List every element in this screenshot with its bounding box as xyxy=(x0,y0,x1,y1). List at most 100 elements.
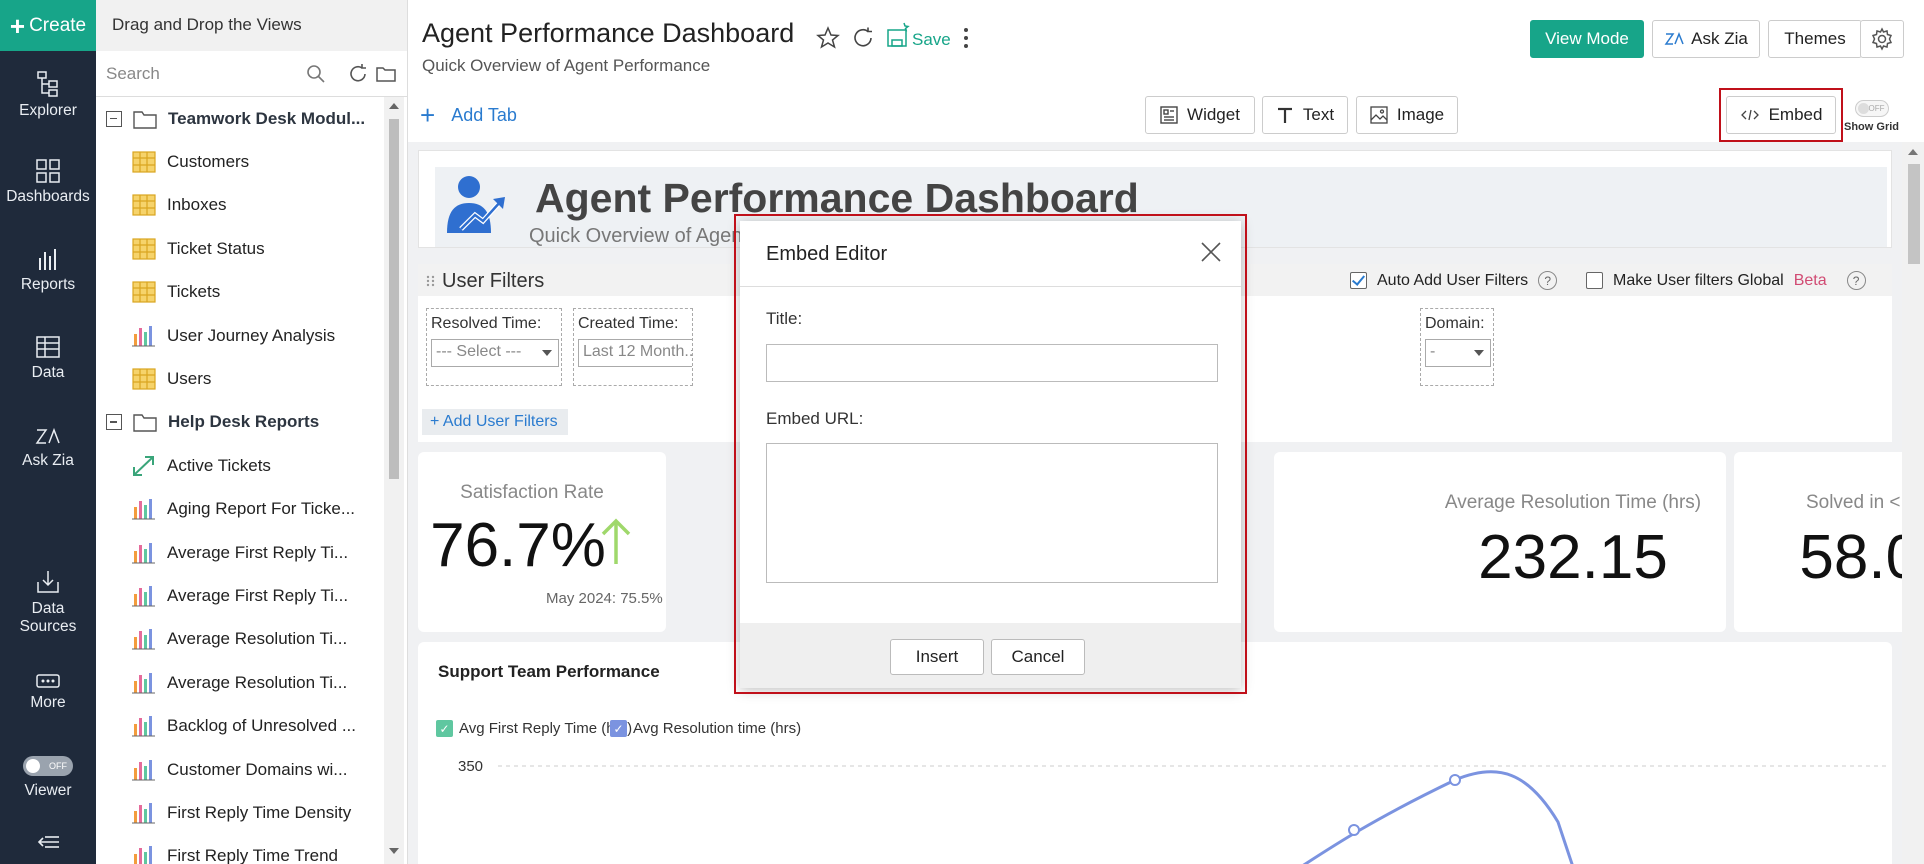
data-point xyxy=(1348,824,1360,836)
create-button[interactable]: + Create xyxy=(0,0,96,51)
show-grid-switch[interactable]: OFF xyxy=(1854,100,1889,117)
nav-item-reports[interactable]: Reports xyxy=(0,246,96,294)
checkbox-unchecked[interactable] xyxy=(1586,272,1603,289)
tree-item[interactable]: Tickets xyxy=(96,271,386,314)
filter-select[interactable]: --- Select --- xyxy=(431,339,559,367)
nav-label: Reports xyxy=(20,276,76,293)
collapse-nav-button[interactable] xyxy=(0,834,96,854)
add-tab-button[interactable]: + Add Tab xyxy=(420,102,517,128)
tree-item[interactable]: Active Tickets xyxy=(96,444,386,487)
tree-item[interactable]: Average Resolution Ti... xyxy=(96,661,386,704)
make-global-checkbox[interactable]: Make User filters Global Beta ? xyxy=(1586,271,1866,290)
widget-button[interactable]: Widget xyxy=(1145,96,1255,134)
refresh-icon[interactable] xyxy=(851,26,875,50)
scroll-down-icon[interactable] xyxy=(389,847,399,855)
nav-item-dashboards[interactable]: Dashboards xyxy=(0,158,96,206)
nav-item-data[interactable]: Data xyxy=(0,334,96,382)
checkbox-checked[interactable] xyxy=(1350,272,1367,289)
explorer-icon xyxy=(37,71,58,97)
tree-item[interactable]: Inboxes xyxy=(96,184,386,227)
help-icon[interactable]: ? xyxy=(1846,271,1866,290)
add-user-filters-button[interactable]: + Add User Filters xyxy=(422,409,568,435)
collapse-toggle-icon[interactable] xyxy=(106,110,122,127)
explorer-tree: Teamwork Desk Modul... Customers Inboxes Ti… xyxy=(96,97,386,864)
tree-item[interactable]: First Reply Time Trend xyxy=(96,835,386,864)
reports-icon xyxy=(39,249,56,270)
explorer-scrollbar[interactable] xyxy=(384,97,404,864)
kpi-solved-under-2-hrs[interactable]: Solved in < 2 hrs 58.00 xyxy=(1734,452,1902,632)
tree-item[interactable]: First Reply Time Density xyxy=(96,791,386,834)
tree-item-label: Average First Reply Ti... xyxy=(167,542,349,562)
table-icon xyxy=(132,281,156,303)
tree-item-label: Aging Report For Ticke... xyxy=(167,499,356,519)
explorer-scroll-thumb[interactable] xyxy=(389,119,399,479)
save-button[interactable]: Save xyxy=(912,30,951,50)
gear-icon xyxy=(1871,27,1893,51)
filter-select[interactable]: - xyxy=(1425,339,1491,367)
plus-icon: + xyxy=(430,413,443,430)
tree-item-label: First Reply Time Trend xyxy=(167,846,338,864)
tree-item-label: Average Resolution Ti... xyxy=(167,672,348,692)
data-point xyxy=(1449,774,1461,786)
text-button[interactable]: Text xyxy=(1262,96,1348,134)
nav-item-more[interactable]: More xyxy=(0,672,96,712)
help-icon[interactable]: ? xyxy=(1538,271,1558,290)
scroll-up-icon[interactable] xyxy=(1908,148,1918,156)
tree-item[interactable]: Average First Reply Ti... xyxy=(96,531,386,574)
settings-button[interactable] xyxy=(1860,20,1904,58)
refresh-icon[interactable] xyxy=(347,63,369,85)
embed-highlight-frame xyxy=(1719,88,1843,142)
folder-icon xyxy=(133,414,157,433)
tree-item[interactable]: Ticket Status xyxy=(96,227,386,270)
viewer-toggle[interactable]: OFF xyxy=(23,756,73,776)
tree-item[interactable]: Average Resolution Ti... xyxy=(96,618,386,661)
canvas-scroll-thumb[interactable] xyxy=(1908,164,1920,264)
search-icon[interactable] xyxy=(306,64,326,84)
tree-item[interactable]: Customer Domains wi... xyxy=(96,748,386,791)
page-subtitle: Quick Overview of Agent Performance xyxy=(422,56,711,75)
tree-item-label: Average First Reply Ti... xyxy=(167,585,349,605)
nav-item-data-sources[interactable]: Data Sources xyxy=(0,568,96,636)
tree-folder[interactable]: Help Desk Reports xyxy=(96,401,386,444)
kpi-value: 232.15 xyxy=(1478,523,1668,592)
filter-label: Created Time: xyxy=(578,315,679,332)
nav-item-explorer[interactable]: Explorer xyxy=(0,70,96,120)
canvas-scrollbar[interactable] xyxy=(1902,142,1924,864)
text-label: Text xyxy=(1302,105,1335,124)
save-icon[interactable] xyxy=(886,22,910,48)
auto-add-filters-checkbox[interactable]: Auto Add User Filters ? xyxy=(1350,271,1558,290)
collapse-toggle-icon[interactable] xyxy=(106,414,122,431)
ask-zia-button[interactable]: Ask Zia xyxy=(1652,20,1760,58)
show-grid-toggle[interactable]: OFF Show Grid xyxy=(1844,100,1899,133)
themes-label: Themes xyxy=(1784,29,1846,48)
tree-item[interactable]: User Journey Analysis xyxy=(96,314,386,357)
tree-item[interactable]: Backlog of Unresolved ... xyxy=(96,704,386,747)
star-icon[interactable] xyxy=(816,26,840,50)
more-options-icon[interactable] xyxy=(962,26,970,50)
nav-label: Ask Zia xyxy=(22,452,74,469)
nav-item-ask-zia[interactable]: Ask Zia xyxy=(0,424,96,470)
kpi-satisfaction-rate[interactable]: Satisfaction Rate 76.7% May 2024: 75.5% xyxy=(418,452,666,632)
tree-item[interactable]: Aging Report For Ticke... xyxy=(96,488,386,531)
chart-icon xyxy=(132,499,155,520)
filter-select[interactable]: Last 12 Month... xyxy=(578,339,692,367)
tree-folder[interactable]: Teamwork Desk Modul... xyxy=(96,97,386,140)
tree-item-label: Backlog of Unresolved ... xyxy=(167,716,356,736)
nav-item-viewer[interactable]: OFF Viewer xyxy=(0,756,96,800)
tree-item[interactable]: Users xyxy=(96,357,386,400)
tree-item[interactable]: Average First Reply Ti... xyxy=(96,574,386,617)
drag-handle-icon[interactable] xyxy=(426,275,436,287)
filter-created-time[interactable]: Created Time: Last 12 Month... xyxy=(573,308,693,386)
chart-icon xyxy=(132,716,155,737)
tree-item[interactable]: Customers xyxy=(96,140,386,183)
image-button[interactable]: Image xyxy=(1356,96,1458,134)
filter-domain[interactable]: Domain: - xyxy=(1420,308,1494,386)
widget-subtitle: Quick Overview of Agent I xyxy=(529,225,760,247)
filter-resolved-time[interactable]: Resolved Time: --- Select --- xyxy=(426,308,562,386)
kpi-average-resolution-time[interactable]: Average Resolution Time (hrs) 232.15 xyxy=(1420,452,1726,632)
scroll-up-icon[interactable] xyxy=(389,102,399,110)
themes-button[interactable]: Themes xyxy=(1768,20,1862,58)
view-mode-button[interactable]: View Mode xyxy=(1530,20,1644,58)
explorer-search-input[interactable] xyxy=(106,59,336,89)
folder-icon[interactable] xyxy=(375,64,397,84)
